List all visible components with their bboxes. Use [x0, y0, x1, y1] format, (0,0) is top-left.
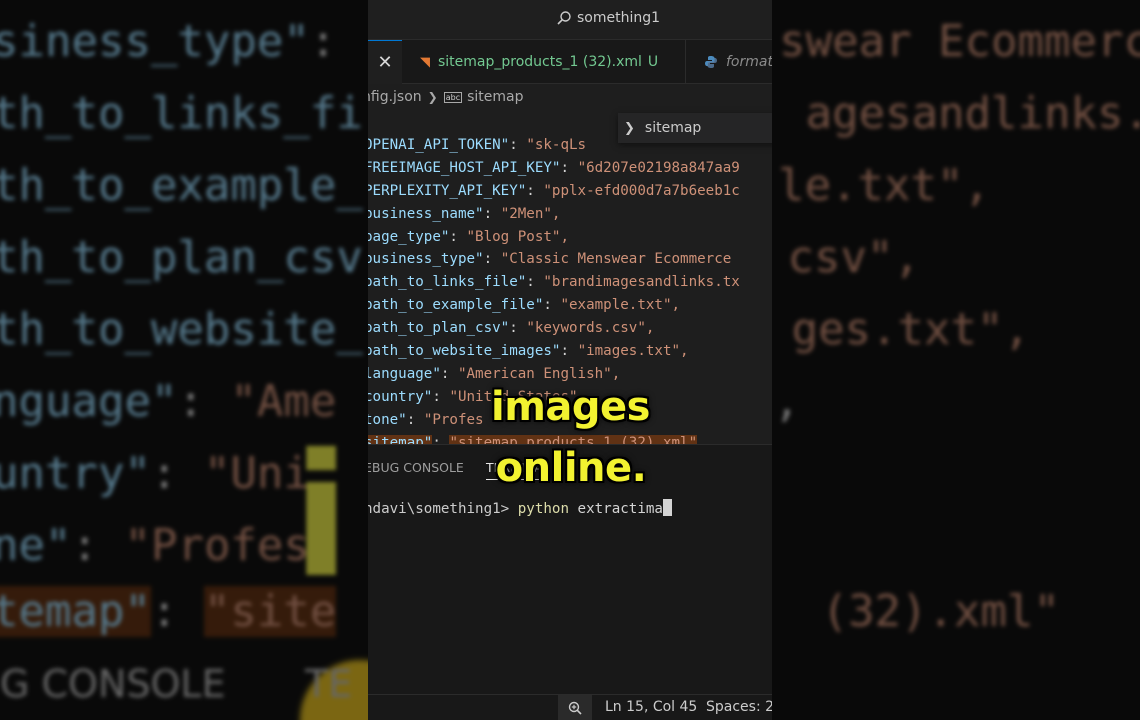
caption-line-2: online.	[495, 445, 647, 491]
rss-file-icon: ◥	[420, 54, 430, 70]
code-editor-window: something1 ✕ ◥ sitemap_products_1 (32).x…	[368, 0, 772, 720]
command-center-search[interactable]: something1	[556, 10, 660, 26]
search-icon	[557, 11, 571, 25]
string-symbol-icon: abc	[443, 91, 463, 103]
workspace-name: something1	[577, 10, 661, 26]
caption-line-1: images	[491, 384, 650, 430]
untracked-badge: U	[647, 54, 659, 70]
python-file-icon	[705, 56, 717, 68]
tab-label: formatt	[726, 54, 772, 70]
chevron-right-icon: ❯	[427, 90, 438, 104]
tab-format-py[interactable]: formatt	[704, 40, 772, 84]
code-line: path_to_plan_csv": "keywords.csv",	[368, 320, 655, 337]
code-line: path_to_example_file": "example.txt",	[368, 297, 681, 314]
code-line: OPENAI_API_TOKEN": "sk-qLs	[368, 137, 587, 153]
code-line: FREEIMAGE_HOST_API_KEY": "6d207e02198a84…	[368, 159, 740, 176]
breadcrumb-file[interactable]: nfig.json	[368, 89, 422, 105]
terminal-prompt: hdavi\something1>	[368, 501, 518, 517]
editor-tab-bar: ✕ ◥ sitemap_products_1 (32).xml U format…	[368, 40, 772, 84]
breadcrumb-symbol[interactable]: sitemap	[467, 89, 523, 105]
breadcrumb: nfig.json ❯ abc sitemap	[368, 84, 772, 110]
title-bar: something1	[368, 0, 772, 40]
code-line: page_type": "Blog Post",	[368, 228, 570, 245]
close-icon: ✕	[377, 52, 393, 73]
terminal-command: python	[517, 501, 569, 517]
code-line: business_name": "2Men",	[368, 205, 561, 222]
tab-label: sitemap_products_1 (32).xml	[438, 54, 642, 70]
code-line: language": "American English",	[368, 365, 621, 382]
code-line: PERPLEXITY_API_KEY": "pplx-efd000d7a7b6e…	[368, 182, 740, 199]
zoom-button[interactable]	[558, 695, 592, 720]
status-bar: Ln 15, Col 45 Spaces: 2	[368, 694, 772, 720]
code-line: path_to_links_file": "brandimagesandlink…	[368, 274, 740, 291]
tab-sitemap-xml[interactable]: ◥ sitemap_products_1 (32).xml U	[402, 40, 686, 84]
indentation-setting[interactable]: Spaces: 2	[706, 699, 772, 715]
terminal-input-line[interactable]: hdavi\something1> python extractima	[368, 499, 672, 517]
code-line: path_to_website_images": "images.txt",	[368, 343, 689, 360]
terminal-cursor	[662, 499, 672, 516]
close-tab-button[interactable]: ✕	[368, 40, 402, 84]
cursor-position[interactable]: Ln 15, Col 45	[605, 699, 697, 715]
zoom-icon	[568, 701, 582, 715]
code-line: business_type": "Classic Menswear Ecomme…	[368, 251, 732, 268]
terminal-argument: extractima	[569, 501, 663, 517]
